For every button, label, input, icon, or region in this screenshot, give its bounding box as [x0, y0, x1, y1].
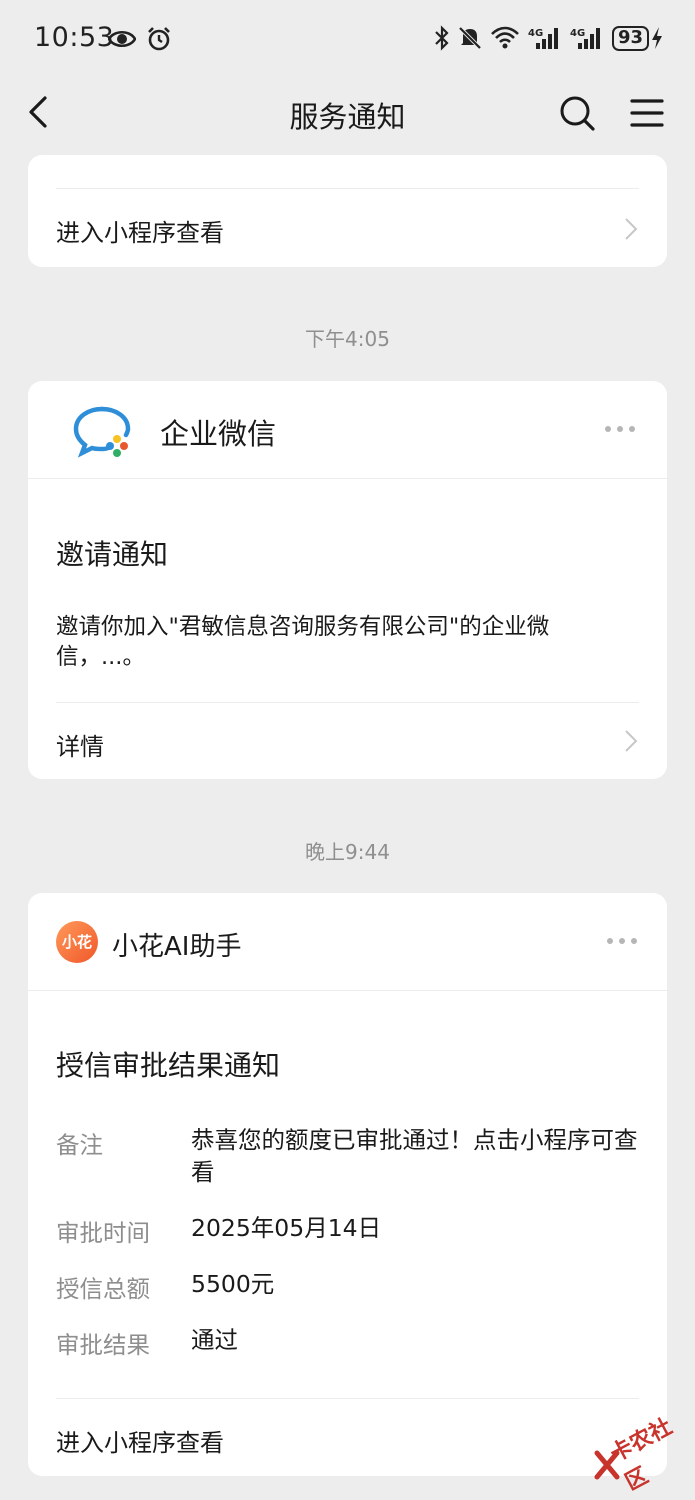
notification-card-3[interactable]: 小花 小花AI助手 授信审批结果通知 备注 恭喜您的额度已审批通过！点击小程序可… — [28, 893, 667, 1476]
menu-icon[interactable] — [627, 94, 667, 134]
charging-icon — [652, 27, 662, 49]
bluetooth-icon — [435, 25, 449, 51]
field-value-approval-time: 2025年05月14日 — [191, 1214, 382, 1242]
notification-body: 邀请你加入"君敏信息咨询服务有限公司"的企业微信，...。 — [56, 614, 550, 670]
message-timestamp: 晚上9:44 — [305, 840, 390, 864]
more-options-icon[interactable] — [607, 938, 637, 944]
svg-text:4G: 4G — [570, 28, 585, 39]
search-icon[interactable] — [557, 93, 597, 133]
battery-indicator: 93 — [611, 25, 663, 51]
notification-title: 邀请通知 — [56, 538, 169, 571]
xiaohua-avatar: 小花 — [56, 921, 98, 963]
details-link[interactable]: 详情 — [56, 727, 104, 762]
field-value-remark: 恭喜您的额度已审批通过！点击小程序可查看 — [191, 1126, 638, 1186]
sender-name: 小花AI助手 — [112, 932, 242, 962]
wifi-icon — [491, 26, 519, 49]
field-label-credit-total: 授信总额 — [56, 1275, 150, 1303]
card-divider — [56, 1398, 639, 1399]
field-label-approval-time: 审批时间 — [56, 1219, 150, 1247]
watermark-text: 卡农社区 — [606, 1414, 677, 1496]
more-options-icon[interactable] — [605, 426, 635, 432]
signal-4g-icon-2: 4G — [570, 28, 600, 49]
notification-card-1: 进入小程序查看 — [28, 155, 667, 267]
open-mini-program-link[interactable]: 进入小程序查看 — [56, 1423, 224, 1458]
status-time: 10:53 — [34, 22, 115, 53]
alarm-icon — [148, 27, 170, 51]
notification-card-2[interactable]: 企业微信 邀请通知 邀请你加入"君敏信息咨询服务有限公司"的企业微信，...。 … — [28, 381, 667, 779]
battery-level: 93 — [611, 25, 649, 51]
signal-4g-icon: 4G — [528, 28, 558, 49]
mute-bell-icon — [458, 26, 482, 50]
field-value-approval-result: 通过 — [191, 1326, 238, 1354]
wecom-logo-icon — [73, 406, 131, 458]
field-label-remark: 备注 — [56, 1131, 103, 1159]
svg-text:4G: 4G — [528, 28, 543, 39]
status-bar: 10:53 4G 4G 93 — [0, 0, 695, 80]
eye-icon — [108, 30, 136, 48]
sender-name: 企业微信 — [160, 417, 277, 451]
watermark: 卡农社区 — [592, 1408, 692, 1496]
open-mini-program-link[interactable]: 进入小程序查看 — [56, 213, 224, 248]
field-value-credit-total: 5500元 — [191, 1270, 275, 1298]
field-label-approval-result: 审批结果 — [56, 1331, 150, 1359]
card-divider — [28, 990, 667, 991]
card-divider — [28, 478, 667, 479]
message-timestamp: 下午4:05 — [305, 327, 390, 351]
notification-title: 授信审批结果通知 — [56, 1049, 281, 1082]
chevron-right-icon — [625, 730, 638, 752]
card-divider — [56, 702, 639, 703]
chevron-right-icon — [625, 218, 638, 240]
nav-bar: 服务通知 — [0, 80, 695, 155]
card-divider — [56, 188, 639, 189]
